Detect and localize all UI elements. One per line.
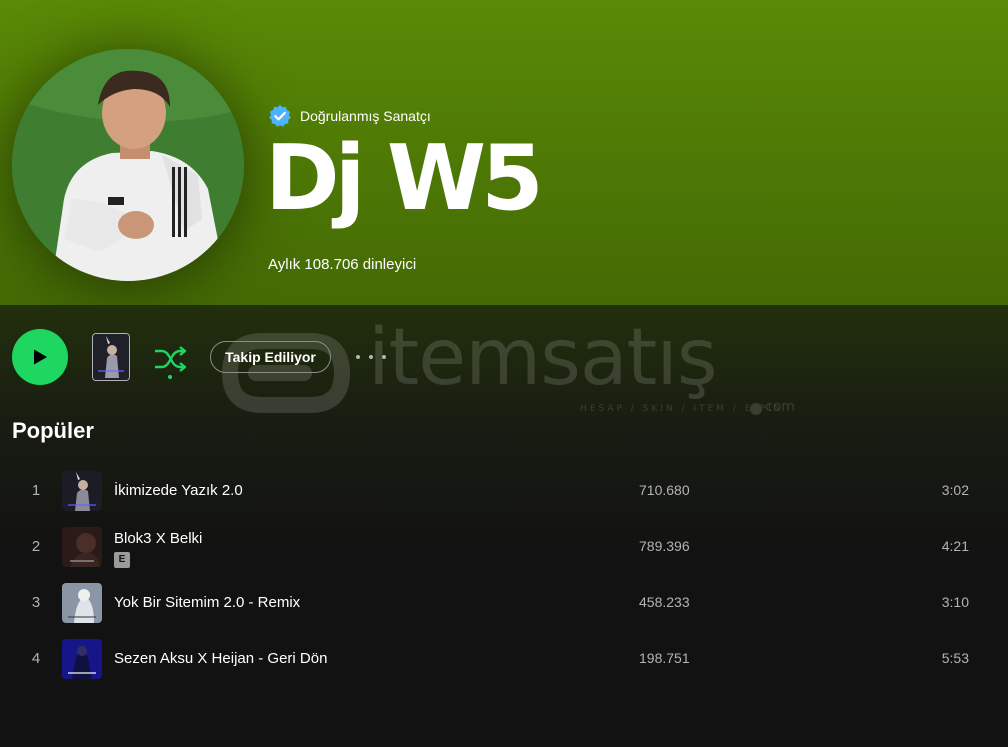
track-duration: 5:53 — [941, 650, 969, 666]
explicit-badge: E — [114, 552, 130, 568]
more-dot-icon — [382, 355, 386, 359]
artist-name: Dj W5 — [265, 126, 544, 231]
track-number: 2 — [31, 538, 41, 555]
verified-badge-icon — [269, 105, 291, 127]
track-row[interactable]: 1 İkimizede Yazık 2.0 710.680 3:02 — [12, 463, 996, 519]
track-number: 3 — [31, 594, 41, 611]
artist-avatar — [12, 49, 244, 281]
verified-label: Doğrulanmış Sanatçı — [300, 108, 431, 124]
track-row[interactable]: 3 Yok Bir Sitemim 2.0 - Remix 458.233 3:… — [12, 575, 996, 631]
verified-artist-row: Doğrulanmış Sanatçı — [268, 104, 431, 128]
monthly-listeners: Aylık 108.706 dinleyici — [268, 256, 417, 273]
track-title[interactable]: Yok Bir Sitemim 2.0 - Remix — [114, 594, 300, 611]
track-cover-art — [62, 527, 102, 567]
track-row[interactable]: 2 Blok3 X Belki E 789.396 4:21 — [12, 519, 996, 575]
track-cover — [62, 471, 102, 511]
popular-section-title: Popüler — [12, 418, 94, 443]
track-cover-art — [62, 583, 102, 623]
more-options-button[interactable] — [356, 346, 386, 368]
track-play-count: 789.396 — [639, 538, 690, 554]
track-number: 4 — [31, 650, 41, 667]
artist-photo — [12, 49, 244, 281]
preview-cover-art — [93, 334, 129, 380]
popular-tracks-list: 1 İkimizede Yazık 2.0 710.680 3:02 2 Blo… — [12, 463, 996, 687]
track-duration: 4:21 — [941, 538, 969, 554]
shuffle-active-dot — [168, 375, 172, 379]
more-dot-icon — [356, 355, 360, 359]
play-button[interactable] — [12, 329, 68, 385]
shuffle-button[interactable] — [152, 341, 188, 379]
shuffle-icon — [155, 345, 187, 372]
more-dot-icon — [369, 355, 373, 359]
track-number: 1 — [31, 482, 41, 499]
track-duration: 3:10 — [941, 594, 969, 610]
track-play-count: 710.680 — [639, 482, 690, 498]
track-title[interactable]: Sezen Aksu X Heijan - Geri Dön — [114, 650, 327, 667]
track-row[interactable]: 4 Sezen Aksu X Heijan - Geri Dön 198.751… — [12, 631, 996, 687]
track-title[interactable]: İkimizede Yazık 2.0 — [114, 482, 243, 499]
track-play-count: 458.233 — [639, 594, 690, 610]
track-cover — [62, 639, 102, 679]
track-title[interactable]: Blok3 X Belki — [114, 530, 202, 547]
following-button[interactable]: Takip Ediliyor — [210, 341, 331, 373]
track-cover — [62, 583, 102, 623]
artist-page: Doğrulanmış Sanatçı Dj W5 Aylık 108.706 … — [0, 0, 1008, 747]
track-cover — [62, 527, 102, 567]
track-cover-art — [62, 639, 102, 679]
play-icon — [34, 349, 47, 365]
track-cover-art — [62, 471, 102, 511]
track-duration: 3:02 — [941, 482, 969, 498]
track-play-count: 198.751 — [639, 650, 690, 666]
release-preview-thumbnail[interactable] — [92, 333, 130, 381]
